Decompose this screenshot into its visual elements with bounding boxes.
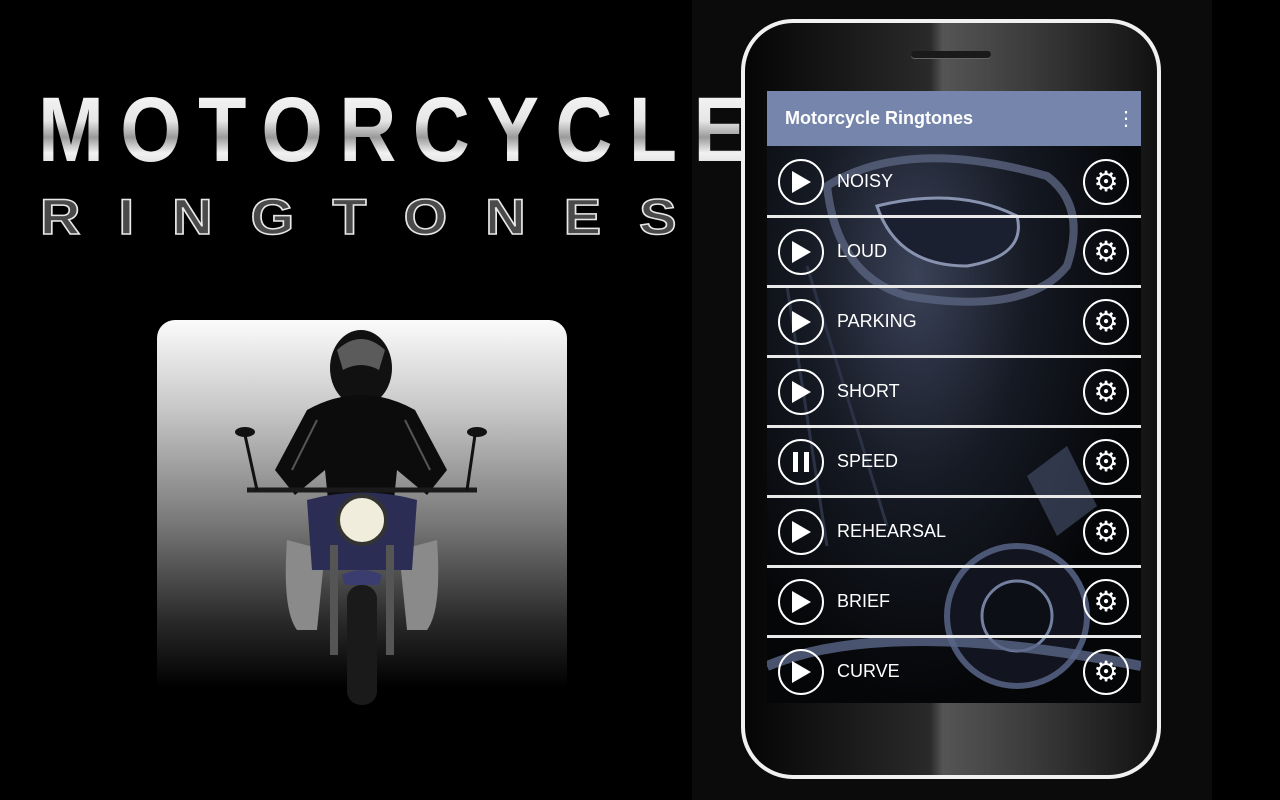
ringtone-name: SPEED — [837, 451, 899, 471]
settings-button[interactable]: ⚙ — [1083, 158, 1129, 205]
gear-icon: ⚙ — [1093, 655, 1119, 687]
rider-illustration — [235, 330, 487, 705]
play-icon — [792, 170, 811, 193]
pause-icon — [793, 451, 809, 472]
play-icon — [792, 310, 811, 333]
settings-button[interactable]: ⚙ — [1083, 368, 1129, 415]
ringtone-name: PARKING — [837, 311, 917, 331]
ringtone-name: BRIEF — [837, 591, 891, 611]
play-button[interactable] — [778, 298, 824, 345]
play-icon — [792, 660, 811, 683]
ringtone-name: CURVE — [837, 661, 900, 681]
play-button[interactable] — [778, 368, 824, 415]
gear-icon: ⚙ — [1093, 445, 1119, 477]
gear-icon: ⚙ — [1093, 305, 1119, 337]
gear-icon: ⚙ — [1093, 585, 1119, 617]
front-wheel-shape — [347, 585, 377, 705]
phone-screen: Motorcycle Ringtones ⋮ NOISY ⚙ LOUD ⚙ PA… — [767, 91, 1141, 703]
play-icon — [792, 240, 811, 263]
play-icon — [792, 520, 811, 543]
headlight-shape — [336, 494, 388, 546]
play-button[interactable] — [778, 578, 824, 625]
phone-frame: Motorcycle Ringtones ⋮ NOISY ⚙ LOUD ⚙ PA… — [741, 19, 1161, 779]
settings-button[interactable]: ⚙ — [1083, 298, 1129, 345]
ringtone-row-speed[interactable]: SPEED ⚙ — [767, 428, 1141, 498]
ringtone-row-brief[interactable]: BRIEF ⚙ — [767, 568, 1141, 638]
app-bar: Motorcycle Ringtones ⋮ — [767, 91, 1141, 146]
ringtone-row-loud[interactable]: LOUD ⚙ — [767, 218, 1141, 288]
gear-icon: ⚙ — [1093, 235, 1119, 267]
ringtone-row-rehearsal[interactable]: REHEARSAL ⚙ — [767, 498, 1141, 568]
ringtone-name: NOISY — [837, 171, 894, 191]
play-button[interactable] — [778, 228, 824, 275]
banner-title-ringtones: RINGTONES — [39, 189, 715, 245]
play-button[interactable] — [778, 648, 824, 695]
settings-button[interactable]: ⚙ — [1083, 438, 1129, 485]
settings-button[interactable]: ⚙ — [1083, 228, 1129, 275]
play-icon — [792, 590, 811, 613]
gear-icon: ⚙ — [1093, 515, 1119, 547]
ringtone-name: SHORT — [837, 381, 900, 401]
ringtone-name: REHEARSAL — [837, 521, 947, 541]
ringtone-list: NOISY ⚙ LOUD ⚙ PARKING ⚙ SHORT ⚙ SPEED ⚙… — [767, 148, 1141, 703]
ringtone-row-noisy[interactable]: NOISY ⚙ — [767, 148, 1141, 218]
settings-button[interactable]: ⚙ — [1083, 508, 1129, 555]
settings-button[interactable]: ⚙ — [1083, 578, 1129, 625]
banner-title-motorcycle: MOTORCYCLE — [38, 79, 763, 181]
gear-icon: ⚙ — [1093, 375, 1119, 407]
more-vert-icon[interactable]: ⋮ — [1111, 109, 1141, 129]
play-button[interactable] — [778, 158, 824, 205]
motorcycle-rider-photo — [157, 320, 567, 720]
pause-button[interactable] — [778, 438, 824, 485]
ringtone-row-parking[interactable]: PARKING ⚙ — [767, 288, 1141, 358]
phone-speaker — [911, 51, 991, 58]
play-icon — [792, 380, 811, 403]
ringtone-row-curve[interactable]: CURVE ⚙ — [767, 638, 1141, 703]
settings-button[interactable]: ⚙ — [1083, 648, 1129, 695]
ringtone-name: LOUD — [837, 241, 888, 261]
play-button[interactable] — [778, 508, 824, 555]
gear-icon: ⚙ — [1093, 165, 1119, 197]
ringtone-row-short[interactable]: SHORT ⚙ — [767, 358, 1141, 428]
app-title: Motorcycle Ringtones — [785, 108, 974, 128]
